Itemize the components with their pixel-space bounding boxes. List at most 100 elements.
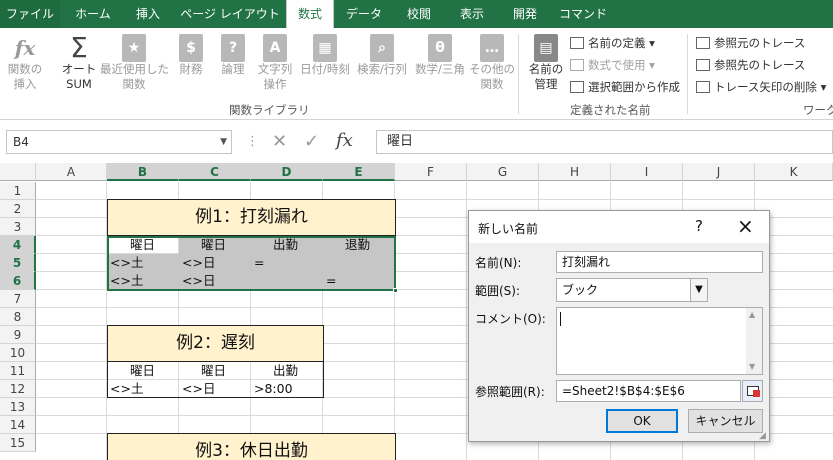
collapse-dialog-icon[interactable] [742, 380, 763, 402]
cancel-button[interactable]: キャンセル [688, 409, 763, 433]
name-box[interactable]: B4 ▼ [6, 130, 232, 154]
row-header[interactable]: 6 [0, 272, 36, 290]
text-functions-button[interactable]: A 文字列 操作 [255, 32, 295, 104]
row-header[interactable]: 1 [0, 182, 36, 200]
cell-c5[interactable]: <>日 [182, 254, 215, 272]
row-header[interactable]: 7 [0, 290, 36, 308]
tab-file[interactable]: ファイル [0, 0, 60, 28]
help-icon[interactable]: ? [695, 217, 703, 235]
more-functions-button[interactable]: … その他の 関数 [469, 32, 515, 104]
row-header[interactable]: 8 [0, 308, 36, 326]
define-name-button[interactable]: 名前の定義 ▾ [570, 34, 655, 52]
row-header[interactable]: 4 [0, 236, 36, 254]
row-header[interactable]: 14 [0, 416, 36, 434]
column-header[interactable]: C [179, 163, 251, 181]
cell-c6[interactable]: <>日 [182, 272, 215, 290]
name-manager-button[interactable]: ▤ 名前の 管理 [526, 32, 566, 104]
enter-check-icon[interactable]: ✓ [304, 130, 319, 154]
autosum-button[interactable]: Σ オート SUM [59, 32, 99, 104]
tab-insert[interactable]: 挿入 [122, 0, 174, 28]
cell-b12[interactable]: <>土 [110, 380, 143, 398]
refers-to-input[interactable]: =Sheet2!$B$4:$E$6 [556, 380, 741, 402]
scope-label: 範囲(S): [475, 284, 521, 298]
use-in-formula-button[interactable]: 数式で使用 ▾ [570, 56, 655, 74]
trace-dependents-button[interactable]: 参照先のトレース [696, 56, 805, 74]
name-manager-icon: ▤ [534, 34, 558, 62]
lookup-button[interactable]: ⌕ 検索/行列 [357, 32, 407, 104]
column-header[interactable]: A [36, 163, 107, 181]
tab-review[interactable]: 校閲 [392, 0, 446, 28]
row-header[interactable]: 2 [0, 200, 36, 218]
scrollbar[interactable]: ▲ ▼ [746, 308, 762, 374]
datetime-button[interactable]: ▦ 日付/時刻 [300, 32, 350, 104]
fill-handle[interactable] [393, 288, 398, 293]
column-header[interactable]: B [107, 163, 179, 181]
chevron-down-icon[interactable]: ▼ [690, 278, 708, 302]
create-from-selection-button[interactable]: 選択範囲から作成 [570, 78, 680, 96]
remove-arrows-button[interactable]: トレース矢印の削除 ▾ [696, 78, 826, 96]
tab-data[interactable]: データ [336, 0, 392, 28]
math-trig-button[interactable]: θ 数学/三角 [415, 32, 465, 104]
example2-title: 例2：遅刻 [107, 325, 324, 362]
column-header[interactable]: H [539, 163, 611, 181]
cell-e6[interactable]: = [326, 272, 336, 290]
refers-to-label: 参照範囲(R): [475, 385, 545, 399]
column-header[interactable]: D [251, 163, 323, 181]
tab-command[interactable]: コマンド [552, 0, 614, 28]
cell-b5[interactable]: <>土 [110, 254, 143, 272]
cell-e4[interactable]: 退勤 [345, 236, 370, 254]
tab-formulas[interactable]: 数式 [286, 0, 334, 28]
cell-b11[interactable]: 曜日 [130, 362, 155, 380]
trace-dependents-label: 参照先のトレース [714, 58, 806, 72]
trace-precedents-button[interactable]: 参照元のトレース [696, 34, 805, 52]
tab-developer[interactable]: 開発 [498, 0, 552, 28]
scroll-down-icon[interactable]: ▼ [749, 360, 755, 374]
column-header[interactable]: F [395, 163, 467, 181]
row-header[interactable]: 5 [0, 254, 36, 272]
chevron-down-icon[interactable]: ▼ [220, 131, 227, 153]
close-icon[interactable]: × [737, 214, 754, 238]
name-input[interactable]: 打刻漏れ [556, 251, 763, 273]
cell-c11[interactable]: 曜日 [201, 362, 226, 380]
cell-d11[interactable]: 出勤 [273, 362, 298, 380]
cell-d4[interactable]: 出勤 [273, 236, 298, 254]
row-header[interactable]: 9 [0, 326, 36, 344]
tab-page-layout[interactable]: ページ レイアウト [176, 0, 284, 28]
insert-function-button[interactable]: fx 関数の 挿入 [5, 32, 45, 104]
column-header[interactable]: I [611, 163, 683, 181]
row-header[interactable]: 12 [0, 380, 36, 398]
trace-dependents-icon [696, 59, 710, 71]
cell-c12[interactable]: <>日 [182, 380, 215, 398]
cell-d12[interactable]: >8:00 [254, 380, 293, 398]
dialog-titlebar[interactable]: 新しい名前 ? × [469, 211, 769, 243]
row-header[interactable]: 11 [0, 362, 36, 380]
row-header[interactable]: 13 [0, 398, 36, 416]
column-header[interactable]: E [323, 163, 395, 181]
cell-b4[interactable]: 曜日 [130, 236, 155, 254]
column-header[interactable]: K [755, 163, 833, 181]
recent-functions-button[interactable]: ★ 最近使用した 関数 [100, 32, 169, 104]
formula-input[interactable]: 曜日 [376, 130, 833, 154]
comment-textarea[interactable]: ▲ ▼ [556, 307, 763, 375]
cancel-icon[interactable]: ✕ [272, 130, 287, 154]
resize-grip-icon[interactable]: ◢ [759, 431, 766, 441]
column-header[interactable]: G [467, 163, 539, 181]
tab-home[interactable]: ホーム [64, 0, 122, 28]
select-all-corner[interactable] [0, 163, 36, 181]
insert-function-icon[interactable]: fx [336, 130, 353, 151]
name-box-value: B4 [13, 135, 29, 149]
ok-button[interactable]: OK [606, 409, 678, 433]
cell-b6[interactable]: <>土 [110, 272, 143, 290]
tab-view[interactable]: 表示 [446, 0, 498, 28]
row-header[interactable]: 15 [0, 434, 36, 452]
row-header[interactable]: 3 [0, 218, 36, 236]
cell-d5[interactable]: = [254, 254, 264, 272]
row-header[interactable]: 10 [0, 344, 36, 362]
dialog-title: 新しい名前 [478, 222, 539, 236]
use-in-formula-label: 数式で使用 [588, 58, 646, 72]
recent-functions-label-2: 関数 [122, 77, 146, 91]
scroll-up-icon[interactable]: ▲ [749, 308, 755, 322]
cell-c4[interactable]: 曜日 [201, 236, 226, 254]
column-header[interactable]: J [683, 163, 755, 181]
scope-select[interactable]: ブック [556, 278, 708, 302]
